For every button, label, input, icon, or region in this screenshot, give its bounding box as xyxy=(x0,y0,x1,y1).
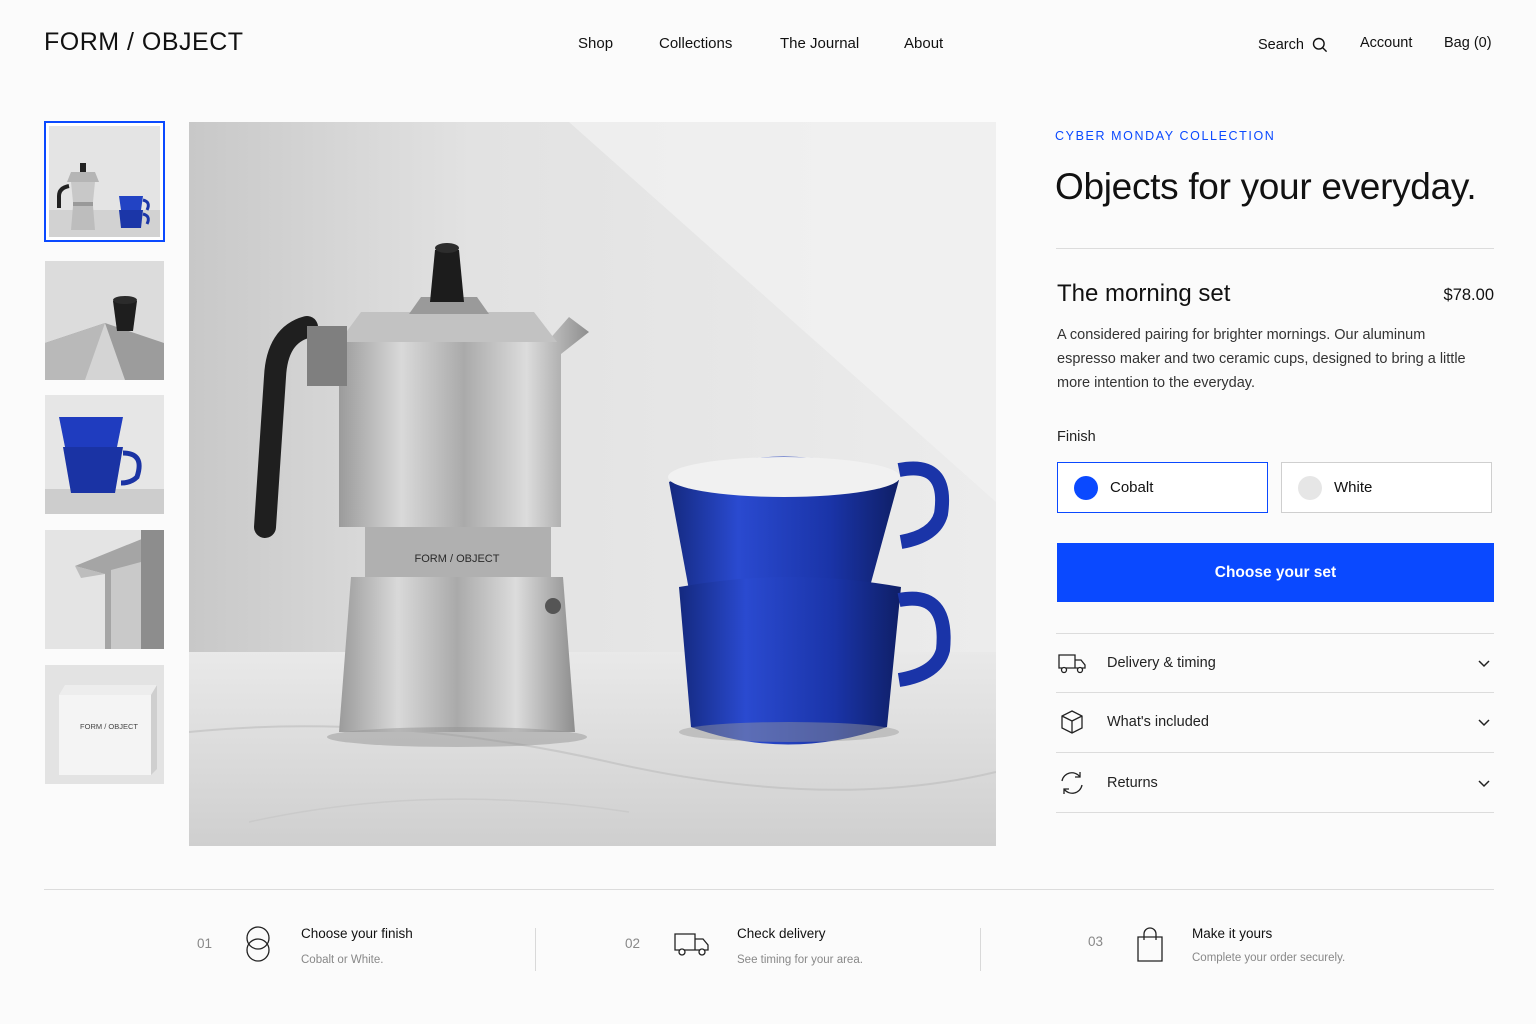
thumbnail-set[interactable] xyxy=(44,121,165,242)
step-number: 01 xyxy=(197,936,213,951)
finish-option-white[interactable]: White xyxy=(1281,462,1492,513)
product-hero-image: FORM / OBJECT xyxy=(189,122,996,846)
moka-pot-print: FORM / OBJECT xyxy=(415,553,500,565)
chevron-down-icon xyxy=(1478,660,1490,668)
choose-set-button[interactable]: Choose your set xyxy=(1057,543,1494,602)
accordion-returns[interactable]: Returns xyxy=(1056,752,1494,813)
step-choose-finish: 01 Choose your finish Cobalt or White. xyxy=(197,920,497,976)
finish-option-label: White xyxy=(1334,479,1373,496)
footer-divider xyxy=(44,889,1494,890)
collection-eyebrow: CYBER MONDAY COLLECTION xyxy=(1055,129,1276,143)
accordion-delivery[interactable]: Delivery & timing xyxy=(1056,633,1494,692)
box-print: FORM / OBJECT xyxy=(80,722,138,731)
thumbnail-set-image xyxy=(45,122,164,241)
chevron-down-icon xyxy=(1478,779,1490,787)
nav-collections[interactable]: Collections xyxy=(659,35,732,52)
step-subtitle: See timing for your area. xyxy=(737,954,863,966)
step-number: 03 xyxy=(1088,934,1104,949)
step-title: Check delivery xyxy=(737,926,826,941)
thumbnail-lid[interactable] xyxy=(45,261,164,380)
chevron-down-icon xyxy=(1478,719,1490,727)
product-description: A considered pairing for brighter mornin… xyxy=(1057,327,1466,391)
step-subtitle: Complete your order securely. xyxy=(1192,952,1346,964)
thumbnail-box[interactable]: FORM / OBJECT xyxy=(45,665,164,784)
finish-label: Finish xyxy=(1057,429,1096,445)
finish-option-cobalt[interactable]: Cobalt xyxy=(1057,462,1268,513)
step-subtitle: Cobalt or White. xyxy=(301,954,384,966)
step-separator xyxy=(980,928,981,971)
accordion-label: Delivery & timing xyxy=(1107,655,1216,671)
accordion-label: What's included xyxy=(1107,714,1209,730)
product-price: $78.00 xyxy=(1443,286,1494,304)
thumbnail-cups-image xyxy=(45,395,164,514)
product-name: The morning set xyxy=(1057,280,1231,307)
bag-link[interactable]: Bag (0) xyxy=(1444,35,1492,55)
thumbnail-lid-image xyxy=(45,261,164,380)
account-link[interactable]: Account xyxy=(1360,35,1412,55)
search-icon xyxy=(1312,37,1328,53)
thumbnail-cups[interactable] xyxy=(45,395,164,514)
thumbnail-spout-image xyxy=(45,530,164,649)
refresh-icon xyxy=(1057,768,1087,798)
step-number: 02 xyxy=(625,936,641,951)
thumbnail-spout[interactable] xyxy=(45,530,164,649)
truck-icon xyxy=(674,933,709,956)
step-title: Choose your finish xyxy=(301,926,413,941)
box-icon xyxy=(1057,707,1087,737)
step-separator xyxy=(535,928,536,971)
rings-icon xyxy=(246,926,270,962)
search-label: Search xyxy=(1258,37,1304,53)
truck-icon xyxy=(1057,648,1087,678)
search-button[interactable]: Search xyxy=(1258,35,1328,55)
thumbnail-box-image: FORM / OBJECT xyxy=(45,665,164,784)
nav-shop[interactable]: Shop xyxy=(578,35,613,52)
step-make-it-yours: 03 Make it yours Complete your order sec… xyxy=(1088,920,1408,976)
nav-journal[interactable]: The Journal xyxy=(780,35,859,52)
divider xyxy=(1056,248,1494,249)
accordion-included[interactable]: What's included xyxy=(1056,692,1494,751)
accordion-label: Returns xyxy=(1107,774,1158,791)
page-headline: Objects for your everyday. xyxy=(1055,166,1477,207)
white-swatch xyxy=(1298,475,1322,500)
step-title: Make it yours xyxy=(1192,926,1273,941)
nav-about[interactable]: About xyxy=(904,35,943,52)
cobalt-swatch xyxy=(1074,475,1098,500)
finish-option-label: Cobalt xyxy=(1110,479,1154,496)
bag-icon xyxy=(1137,927,1163,962)
step-check-delivery: 02 Check delivery See timing for your ar… xyxy=(625,920,925,976)
